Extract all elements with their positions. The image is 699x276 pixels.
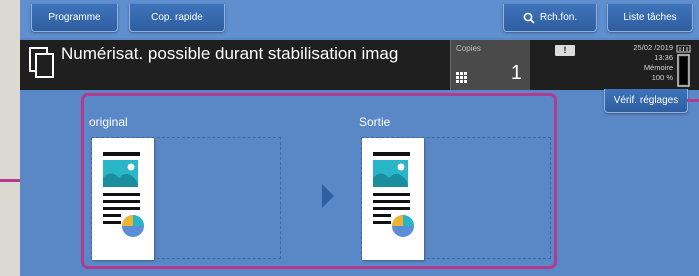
time: 13:36 bbox=[654, 53, 673, 62]
memory-value: 100 % bbox=[651, 73, 673, 82]
output-label: Sortie bbox=[359, 115, 391, 129]
memory-icon bbox=[676, 45, 691, 87]
search-icon bbox=[523, 12, 535, 24]
rch-fon-button-label: Rch.fon. bbox=[539, 12, 578, 23]
date: 25/02 /2019 bbox=[633, 43, 673, 52]
callout-line-verif bbox=[687, 99, 699, 102]
status-header: Numérisat. possible durant stabilisation… bbox=[20, 40, 699, 90]
verif-reglages-button[interactable]: Vérif. réglages bbox=[604, 89, 688, 113]
keypad-icon bbox=[456, 72, 467, 83]
original-label: original bbox=[89, 115, 128, 129]
cop-rapide-button-label: Cop. rapide bbox=[151, 12, 203, 23]
copies-label: Copies bbox=[456, 44, 481, 53]
original-preview-area[interactable] bbox=[91, 137, 281, 260]
preview-panel: original Sortie bbox=[81, 93, 557, 269]
copies-value: 1 bbox=[510, 62, 522, 84]
copies-counter[interactable]: Copies 1 bbox=[450, 40, 530, 90]
memory-label: Mémoire bbox=[643, 63, 673, 72]
liste-taches-button[interactable]: Liste tâches bbox=[607, 4, 693, 32]
output-page-icon bbox=[362, 138, 424, 260]
screen: Programme Cop. rapide Rch.fon. Liste tâc… bbox=[20, 0, 699, 276]
status-message: Numérisat. possible durant stabilisation… bbox=[61, 44, 399, 63]
programme-button[interactable]: Programme bbox=[31, 4, 118, 32]
cop-rapide-button[interactable]: Cop. rapide bbox=[129, 4, 225, 32]
programme-button-label: Programme bbox=[48, 12, 101, 23]
original-page-content bbox=[103, 152, 144, 237]
original-page-icon bbox=[92, 138, 154, 260]
top-bar: Programme Cop. rapide Rch.fon. Liste tâc… bbox=[20, 0, 699, 38]
play-arrow-icon bbox=[322, 184, 334, 208]
output-preview-area[interactable] bbox=[361, 137, 551, 260]
verif-reglages-label: Vérif. réglages bbox=[613, 95, 679, 106]
output-page-content bbox=[373, 152, 414, 237]
warning-symbol: ! bbox=[563, 45, 567, 55]
rch-fon-button[interactable]: Rch.fon. bbox=[503, 4, 597, 32]
date-time-memory: 25/02 /2019 13:36 Mémoire 100 % bbox=[595, 43, 673, 83]
warning-icon[interactable]: ! bbox=[555, 45, 575, 56]
liste-taches-button-label: Liste tâches bbox=[623, 12, 677, 23]
document-stack-icon bbox=[29, 47, 54, 78]
